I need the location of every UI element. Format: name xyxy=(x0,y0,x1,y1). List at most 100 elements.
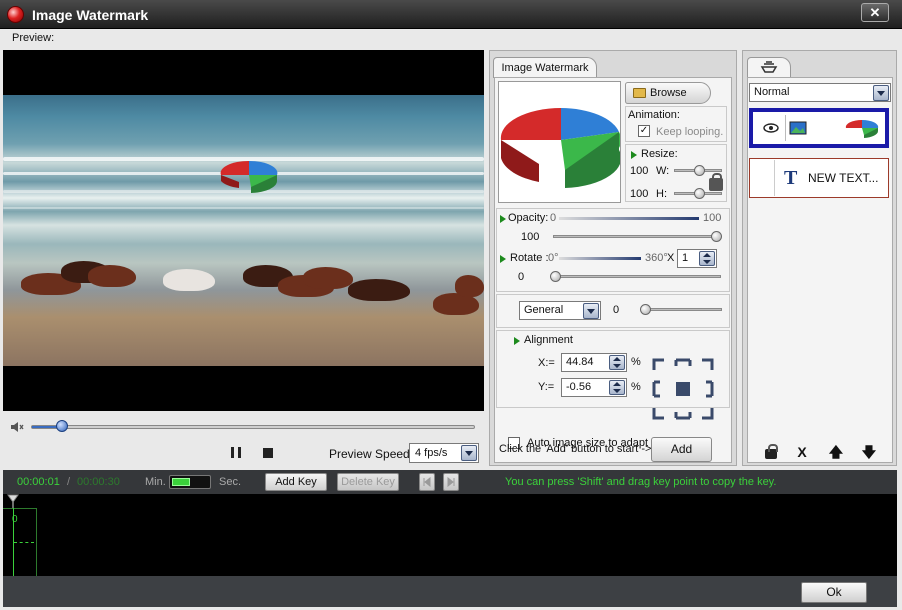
volume-icon[interactable] xyxy=(10,420,24,434)
visibility-cell[interactable] xyxy=(751,160,775,196)
eye-icon[interactable] xyxy=(763,122,779,134)
x-percent: % xyxy=(631,356,641,368)
prev-key-icon[interactable] xyxy=(419,473,435,491)
timeline-toolbar: 00:00:01 / 00:00:30 Min. Sec. Add Key De… xyxy=(3,470,897,494)
rotate-label: Rotate : xyxy=(510,252,549,264)
rotate-ramp xyxy=(559,257,641,260)
resize-section: Resize: 100 W: 100 H: xyxy=(625,144,727,202)
timeline-track[interactable]: 0 xyxy=(3,494,897,576)
opacity-slider-handle[interactable] xyxy=(711,231,722,242)
pie-logo-icon xyxy=(500,107,622,188)
y-position-stepper[interactable]: -0.56 xyxy=(561,378,627,397)
seek-handle[interactable] xyxy=(56,420,68,432)
next-key-icon[interactable] xyxy=(443,473,459,491)
opacity-max: 100 xyxy=(703,212,722,224)
move-up-icon[interactable]: 🡅 xyxy=(828,444,844,460)
timeline-hint: You can press 'Shift' and drag key point… xyxy=(505,476,777,488)
image-icon xyxy=(789,121,807,135)
opacity-value: 100 xyxy=(521,231,540,243)
delete-icon[interactable]: X xyxy=(794,444,810,460)
chevron-down-icon[interactable] xyxy=(873,85,889,101)
video-preview xyxy=(3,50,484,411)
tab-layers[interactable] xyxy=(747,57,791,78)
rotate-slider-handle[interactable] xyxy=(550,271,561,282)
blend-mode-value: Normal xyxy=(754,86,790,98)
image-layer-item[interactable] xyxy=(749,108,889,148)
width-label: W: xyxy=(656,165,670,177)
speed-select[interactable]: 4 fps/s xyxy=(409,443,479,463)
rotate-count-stepper[interactable]: 1 xyxy=(677,249,717,268)
y-value: -0.56 xyxy=(566,381,592,393)
watermark-settings-panel: Image Watermark Browse Animation: ✓ Keep… xyxy=(489,50,737,466)
footer-bar: Ok xyxy=(3,576,897,607)
preview-label: Preview: xyxy=(12,32,55,44)
blend-mode-select[interactable]: Normal xyxy=(749,83,891,102)
height-slider-handle[interactable] xyxy=(694,188,705,199)
alignment-grid-icon[interactable] xyxy=(652,358,714,420)
app-icon xyxy=(7,6,24,23)
lock-layer-icon[interactable] xyxy=(765,444,778,459)
window-title: Image Watermark xyxy=(32,7,149,23)
resize-label: Resize: xyxy=(641,148,678,160)
expand-icon[interactable] xyxy=(514,337,520,345)
layers-list: Normal T NEW TEXT... X 🡅 🡇 xyxy=(747,77,893,463)
rotate-max: 360° xyxy=(645,252,668,264)
key-track xyxy=(14,542,34,543)
x-position-stepper[interactable]: 44.84 xyxy=(561,353,627,372)
horse xyxy=(163,269,215,291)
text-layer-item[interactable]: T NEW TEXT... xyxy=(749,158,889,198)
chevron-down-icon[interactable] xyxy=(583,303,599,319)
opacity-slider[interactable] xyxy=(553,235,721,238)
title-bar: Image Watermark ✕ xyxy=(0,0,902,29)
zoom-handle[interactable] xyxy=(172,478,190,486)
tab-image-watermark[interactable]: Image Watermark xyxy=(493,57,597,78)
zoom-slider[interactable] xyxy=(169,475,211,489)
expand-icon[interactable] xyxy=(631,151,637,159)
stepper-icon[interactable] xyxy=(609,380,625,395)
mode-amount: 0 xyxy=(613,304,620,316)
playhead-icon[interactable] xyxy=(7,494,19,508)
seek-row xyxy=(3,413,484,441)
current-time: 00:00:01 xyxy=(17,476,60,488)
add-button[interactable]: Add xyxy=(651,437,712,462)
text-icon: T xyxy=(784,167,798,189)
time-separator: / xyxy=(67,476,71,488)
ok-button[interactable]: Ok xyxy=(801,582,867,603)
opacity-rotate-section: Opacity: 0 100 100 Rotate : 0° 360° X 1 … xyxy=(496,208,730,292)
pause-icon[interactable] xyxy=(231,447,241,458)
layers-panel: Normal T NEW TEXT... X 🡅 🡇 xyxy=(742,50,897,466)
mode-slider-handle[interactable] xyxy=(640,304,651,315)
chevron-down-icon[interactable] xyxy=(461,445,477,461)
mode-select[interactable]: General xyxy=(519,301,601,320)
min-label: Min. xyxy=(145,476,166,488)
keep-looping-checkbox[interactable]: ✓ xyxy=(638,125,650,137)
height-label: H: xyxy=(656,188,667,200)
opacity-min: 0 xyxy=(550,212,557,224)
animation-section: Animation: ✓ Keep looping. xyxy=(625,106,727,142)
text-layer-label: NEW TEXT... xyxy=(808,171,879,185)
lock-icon[interactable] xyxy=(709,173,723,191)
stop-icon[interactable] xyxy=(263,448,273,458)
width-slider-handle[interactable] xyxy=(694,165,705,176)
opacity-ramp xyxy=(559,217,699,220)
stepper-icon[interactable] xyxy=(699,251,715,266)
browse-label: Browse xyxy=(650,87,687,99)
folder-icon xyxy=(633,88,646,98)
rotate-min: 0° xyxy=(548,252,559,264)
close-button[interactable]: ✕ xyxy=(861,3,889,22)
keep-looping-label: Keep looping. xyxy=(656,126,724,138)
animation-label: Animation: xyxy=(628,109,680,121)
expand-icon[interactable] xyxy=(500,215,506,223)
add-key-button[interactable]: Add Key xyxy=(265,473,327,491)
horse xyxy=(303,267,353,289)
move-down-icon[interactable]: 🡇 xyxy=(861,444,877,460)
pie-logo-thumbnail-icon xyxy=(845,119,879,138)
delete-key-button[interactable]: Delete Key xyxy=(337,473,399,491)
mode-slider[interactable] xyxy=(642,308,722,311)
stepper-icon[interactable] xyxy=(609,355,625,370)
rotate-count: 1 xyxy=(682,252,689,264)
expand-icon[interactable] xyxy=(500,255,506,263)
browse-button[interactable]: Browse xyxy=(625,82,711,104)
rotate-slider[interactable] xyxy=(553,275,721,278)
seek-bar[interactable] xyxy=(31,425,475,429)
